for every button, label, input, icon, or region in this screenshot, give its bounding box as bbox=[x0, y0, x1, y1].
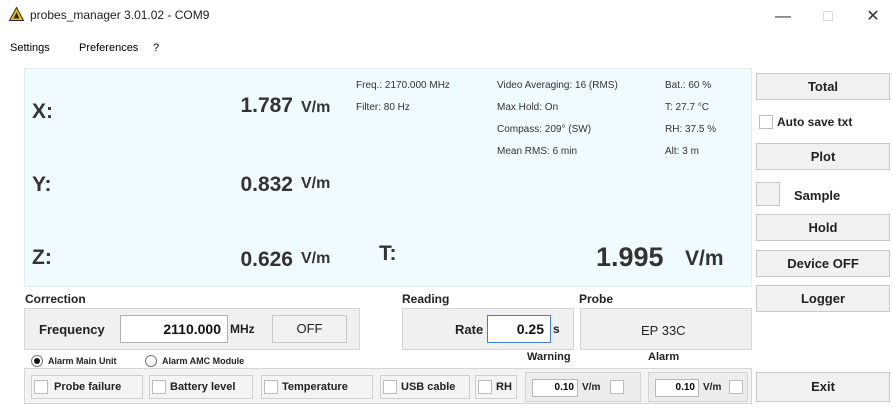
temperature-box[interactable] bbox=[264, 380, 278, 394]
auto-save-checkbox[interactable]: Auto save txt bbox=[756, 112, 890, 132]
correction-section-label: Correction bbox=[25, 292, 86, 306]
device-off-button[interactable]: Device OFF bbox=[756, 250, 890, 277]
max-hold-info: Max Hold: On bbox=[497, 102, 559, 113]
hold-button[interactable]: Hold bbox=[756, 214, 890, 241]
exit-button[interactable]: Exit bbox=[756, 372, 890, 402]
warning-input[interactable]: 0.10 bbox=[532, 379, 578, 397]
temperature-info: T: 27.7 °C bbox=[665, 102, 710, 113]
temperature-checkbox[interactable]: Temperature bbox=[261, 375, 373, 399]
alarm-amc-module-radio[interactable] bbox=[145, 355, 157, 367]
z-axis-label: Z: bbox=[32, 246, 52, 269]
total-axis-label: T: bbox=[379, 242, 397, 265]
frequency-label: Frequency bbox=[39, 322, 105, 337]
warning-group: 0.10 V/m bbox=[525, 372, 641, 402]
probe-panel: EP 33C bbox=[580, 308, 752, 350]
total-unit: V/m bbox=[685, 247, 724, 270]
alarm-group: 0.10 V/m bbox=[648, 372, 748, 402]
alarm-main-unit-label: Alarm Main Unit bbox=[48, 356, 117, 366]
alarm-amc-module-label: Alarm AMC Module bbox=[162, 356, 245, 366]
correction-panel: Frequency 2110.000 MHz OFF bbox=[24, 308, 360, 350]
mean-rms-info: Mean RMS: 6 min bbox=[497, 146, 578, 157]
filter-info: Filter: 80 Hz bbox=[356, 102, 410, 113]
warning-enable-box[interactable] bbox=[610, 380, 624, 394]
rate-input[interactable]: 0.25 bbox=[487, 315, 551, 343]
x-unit: V/m bbox=[301, 99, 331, 116]
battery-info: Bat.: 60 % bbox=[665, 80, 712, 91]
battery-level-box[interactable] bbox=[152, 380, 166, 394]
alarm-main-unit-radio[interactable] bbox=[31, 355, 43, 367]
y-unit: V/m bbox=[301, 175, 331, 192]
altitude-info: Alt: 3 m bbox=[665, 146, 699, 157]
auto-save-label: Auto save txt bbox=[777, 115, 853, 129]
logger-button[interactable]: Logger bbox=[756, 285, 890, 312]
menu-help[interactable]: ? bbox=[153, 42, 159, 54]
window-title: probes_manager 3.01.02 - COM9 bbox=[30, 8, 210, 22]
alarm-panel: Probe failure Battery level Temperature … bbox=[24, 368, 752, 404]
menu-settings[interactable]: Settings bbox=[10, 42, 50, 54]
probe-model: EP 33C bbox=[641, 323, 686, 338]
rate-unit: s bbox=[553, 322, 560, 336]
z-value: 0.626 bbox=[240, 248, 293, 271]
x-axis-label: X: bbox=[32, 100, 53, 123]
rh-label: RH bbox=[496, 381, 512, 393]
y-axis-label: Y: bbox=[32, 173, 52, 196]
probe-failure-label: Probe failure bbox=[54, 381, 122, 393]
probe-failure-checkbox[interactable]: Probe failure bbox=[31, 375, 143, 399]
menu-preferences[interactable]: Preferences bbox=[79, 42, 138, 54]
alarm-unit: V/m bbox=[703, 382, 722, 393]
warning-triangle-icon bbox=[9, 7, 24, 21]
video-averaging-info: Video Averaging: 16 (RMS) bbox=[497, 80, 618, 91]
close-button[interactable]: ✕ bbox=[858, 5, 888, 29]
alarm-input[interactable]: 0.10 bbox=[655, 379, 699, 397]
usb-cable-checkbox[interactable]: USB cable bbox=[380, 375, 470, 399]
reading-section-label: Reading bbox=[402, 292, 450, 306]
x-value: 1.787 bbox=[240, 94, 293, 117]
temperature-label: Temperature bbox=[282, 381, 348, 393]
probe-failure-box[interactable] bbox=[34, 380, 48, 394]
sample-label: Sample bbox=[794, 188, 841, 203]
alarm-enable-box[interactable] bbox=[729, 380, 743, 394]
minimize-button[interactable]: — bbox=[768, 5, 798, 29]
correction-off-button[interactable]: OFF bbox=[272, 315, 347, 343]
total-value: 1.995 bbox=[596, 242, 664, 272]
z-unit: V/m bbox=[301, 250, 331, 267]
measurement-display: X: 1.787 V/m Y: 0.832 V/m Z: 0.626 V/m T… bbox=[24, 68, 752, 287]
usb-cable-label: USB cable bbox=[401, 381, 456, 393]
auto-save-box[interactable] bbox=[759, 115, 773, 129]
compass-info: Compass: 209° (SW) bbox=[497, 124, 592, 135]
sample-toggle[interactable] bbox=[756, 182, 780, 206]
plot-button[interactable]: Plot bbox=[756, 143, 890, 170]
rate-label: Rate bbox=[455, 322, 484, 337]
humidity-info: RH: 37.5 % bbox=[665, 124, 717, 135]
alarm-threshold-label: Alarm bbox=[648, 351, 680, 363]
battery-level-label: Battery level bbox=[170, 381, 236, 393]
warning-label: Warning bbox=[527, 351, 571, 363]
y-value: 0.832 bbox=[240, 173, 293, 196]
battery-level-checkbox[interactable]: Battery level bbox=[149, 375, 253, 399]
radio-selected-dot bbox=[34, 358, 40, 364]
usb-cable-box[interactable] bbox=[383, 380, 397, 394]
frequency-info: Freq.: 2170.000 MHz bbox=[356, 80, 450, 91]
frequency-input[interactable]: 2110.000 bbox=[120, 315, 228, 343]
rh-checkbox[interactable]: RH bbox=[475, 375, 517, 399]
total-button[interactable]: Total bbox=[756, 73, 890, 100]
maximize-button[interactable]: □ bbox=[813, 5, 843, 29]
rh-box[interactable] bbox=[478, 380, 492, 394]
warning-unit: V/m bbox=[582, 382, 601, 393]
probe-section-label: Probe bbox=[579, 292, 614, 306]
title-bar: probes_manager 3.01.02 - COM9 — □ ✕ bbox=[0, 0, 892, 40]
reading-panel: Rate 0.25 s bbox=[402, 308, 574, 350]
menu-bar: Settings Preferences ? bbox=[0, 40, 892, 58]
frequency-unit: MHz bbox=[230, 322, 255, 336]
